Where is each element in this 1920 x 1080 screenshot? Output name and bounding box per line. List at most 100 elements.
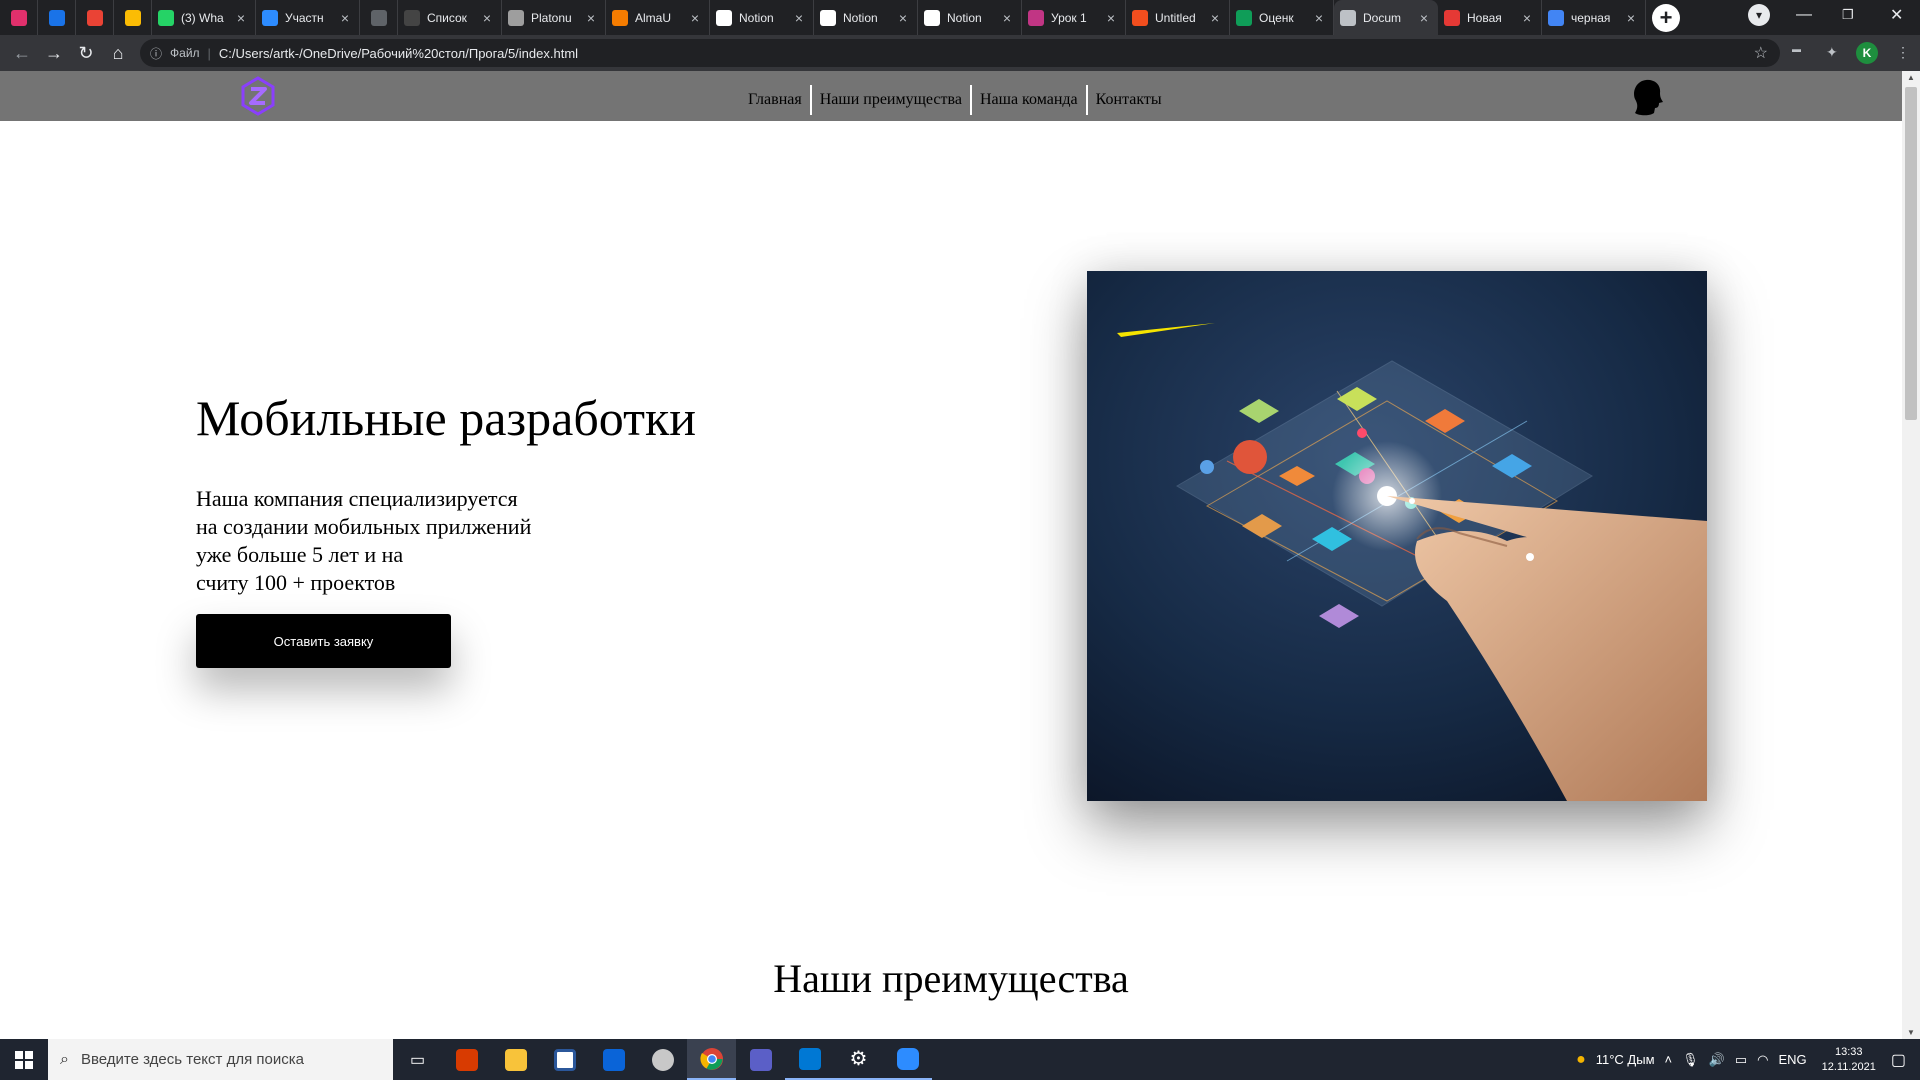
close-tab-icon[interactable]: × xyxy=(1519,10,1535,26)
reload-button[interactable]: ↻ xyxy=(70,43,102,64)
browser-tab[interactable]: Новая × xyxy=(1438,0,1542,35)
wifi-icon[interactable]: ◠ xyxy=(1757,1052,1768,1068)
volume-icon[interactable]: 🔊 xyxy=(1709,1052,1725,1068)
browser-tab[interactable]: черная × xyxy=(1542,0,1646,35)
close-tab-icon[interactable]: × xyxy=(895,10,911,26)
browser-tab[interactable] xyxy=(38,0,76,35)
close-tab-icon[interactable]: × xyxy=(1103,10,1119,26)
close-tab-icon[interactable]: × xyxy=(583,10,599,26)
search-icon: ⌕ xyxy=(60,1050,69,1068)
weather-text[interactable]: 11°C Дым xyxy=(1596,1052,1655,1067)
url-text[interactable]: C:/Users/artk-/OneDrive/Рабочий%20стол/П… xyxy=(219,46,578,61)
browser-tab[interactable]: Docum × xyxy=(1334,0,1438,35)
close-tab-icon[interactable]: × xyxy=(337,10,353,26)
browser-tab[interactable]: Список × xyxy=(398,0,502,35)
scroll-down-arrow-icon[interactable]: ▼ xyxy=(1902,1028,1920,1037)
nav-link-advantages[interactable]: Наши преимущества xyxy=(812,85,970,115)
vscode-button[interactable] xyxy=(785,1039,834,1080)
close-tab-icon[interactable]: × xyxy=(479,10,495,26)
minimize-button[interactable]: — xyxy=(1796,0,1812,30)
browser-tab[interactable] xyxy=(0,0,38,35)
info-icon[interactable]: ⓘ xyxy=(150,45,162,62)
restore-button[interactable]: ❐ xyxy=(1842,0,1854,30)
puzzle-icon[interactable]: ✦ xyxy=(1826,44,1838,61)
start-button[interactable] xyxy=(0,1039,48,1080)
store-button[interactable] xyxy=(540,1039,589,1080)
vscode-icon xyxy=(798,1047,821,1070)
logo-icon[interactable] xyxy=(240,76,276,116)
notion-icon xyxy=(924,9,940,26)
browser-tab[interactable] xyxy=(76,0,114,35)
new-tab-button[interactable]: + xyxy=(1652,3,1680,32)
google-drive-icon xyxy=(124,9,141,26)
office-app-button[interactable] xyxy=(442,1039,491,1080)
browser-tab[interactable]: Notion × xyxy=(710,0,814,35)
browser-tab[interactable]: (3) Wha × xyxy=(152,0,256,35)
mail-button[interactable] xyxy=(589,1039,638,1080)
teams-button[interactable] xyxy=(736,1039,785,1080)
chevron-up-icon[interactable]: ˄ xyxy=(1665,1052,1673,1067)
address-bar[interactable]: ⓘ Файл | C:/Users/artk-/OneDrive/Рабочий… xyxy=(140,39,1780,67)
close-window-button[interactable]: ✕ xyxy=(1890,0,1903,30)
scroll-up-arrow-icon[interactable]: ▲ xyxy=(1902,73,1920,82)
mail-icon xyxy=(602,1048,625,1071)
tab-search-button[interactable]: ▾ xyxy=(1748,0,1770,30)
browser-tab[interactable] xyxy=(360,0,398,35)
profile-avatar[interactable]: K xyxy=(1856,42,1878,64)
forward-button[interactable]: → xyxy=(38,43,70,64)
browser-tab[interactable]: AlmaU × xyxy=(606,0,710,35)
close-tab-icon[interactable]: × xyxy=(687,10,703,26)
tab-title: Список xyxy=(427,10,467,25)
weather-icon: ● xyxy=(1576,1050,1586,1068)
file-explorer-button[interactable] xyxy=(491,1039,540,1080)
close-tab-icon[interactable]: × xyxy=(999,10,1015,26)
page-scrollbar[interactable]: ▲ ▼ xyxy=(1902,71,1920,1039)
back-button[interactable]: ← xyxy=(6,43,38,64)
cloud-app-button[interactable] xyxy=(638,1039,687,1080)
clock-time: 13:33 xyxy=(1834,1045,1863,1058)
request-button[interactable]: Оставить заявку xyxy=(196,614,451,668)
close-tab-icon[interactable]: × xyxy=(1207,10,1223,26)
browser-tab[interactable]: Platonu × xyxy=(502,0,606,35)
home-button[interactable]: ⌂ xyxy=(102,43,134,64)
task-view-button[interactable]: ▭ xyxy=(393,1039,442,1080)
nav-link-home[interactable]: Главная xyxy=(740,85,810,115)
tab-title: Новая xyxy=(1467,10,1502,25)
scrollbar-thumb[interactable] xyxy=(1905,87,1917,420)
bookmark-star-icon[interactable]: ☆ xyxy=(1754,43,1768,63)
zoom-button[interactable] xyxy=(883,1039,932,1080)
windows-logo-icon xyxy=(15,1050,33,1069)
hero-title: Мобильные разработки xyxy=(196,390,697,446)
language-indicator[interactable]: ENG xyxy=(1778,1052,1806,1067)
notion-icon xyxy=(820,9,836,26)
browser-tab[interactable]: Оценк × xyxy=(1230,0,1334,35)
close-tab-icon[interactable]: × xyxy=(233,10,249,26)
microphone-icon[interactable]: 🎙 xyxy=(1682,1052,1699,1068)
browser-tab[interactable]: Untitled × xyxy=(1126,0,1230,35)
tab-title: Notion xyxy=(947,10,982,25)
browser-tab[interactable]: Notion × xyxy=(918,0,1022,35)
battery-icon[interactable]: ▭ xyxy=(1735,1052,1747,1068)
user-silhouette-icon[interactable] xyxy=(1630,77,1666,117)
tab-title: (3) Wha xyxy=(181,10,224,25)
menu-dots-icon[interactable]: ⋮ xyxy=(1896,44,1910,61)
close-tab-icon[interactable]: × xyxy=(1623,10,1639,26)
extension-icon[interactable]: ▬ xyxy=(1792,44,1801,54)
browser-toolbar: ← → ↻ ⌂ ⓘ Файл | C:/Users/artk-/OneDrive… xyxy=(0,35,1920,71)
close-tab-icon[interactable]: × xyxy=(1311,10,1327,26)
browser-tab[interactable] xyxy=(114,0,152,35)
close-tab-icon[interactable]: × xyxy=(1416,10,1432,26)
browser-tab[interactable]: Участн × xyxy=(256,0,360,35)
arrow-right-icon: → xyxy=(45,42,63,63)
nav-link-contacts[interactable]: Контакты xyxy=(1088,85,1170,115)
taskbar-search-input[interactable]: ⌕ Введите здесь текст для поиска xyxy=(48,1039,393,1080)
settings-button[interactable]: ⚙ xyxy=(834,1039,883,1080)
notifications-icon[interactable]: ▢ xyxy=(1891,1050,1906,1070)
nav-link-team[interactable]: Наша команда xyxy=(972,85,1086,115)
chrome-button[interactable] xyxy=(687,1039,736,1080)
close-tab-icon[interactable]: × xyxy=(791,10,807,26)
clock[interactable]: 13:33 12.11.2021 xyxy=(1822,1045,1876,1075)
blank-page-icon xyxy=(370,9,387,26)
browser-tab[interactable]: Notion × xyxy=(814,0,918,35)
browser-tab[interactable]: Урок 1 × xyxy=(1022,0,1126,35)
